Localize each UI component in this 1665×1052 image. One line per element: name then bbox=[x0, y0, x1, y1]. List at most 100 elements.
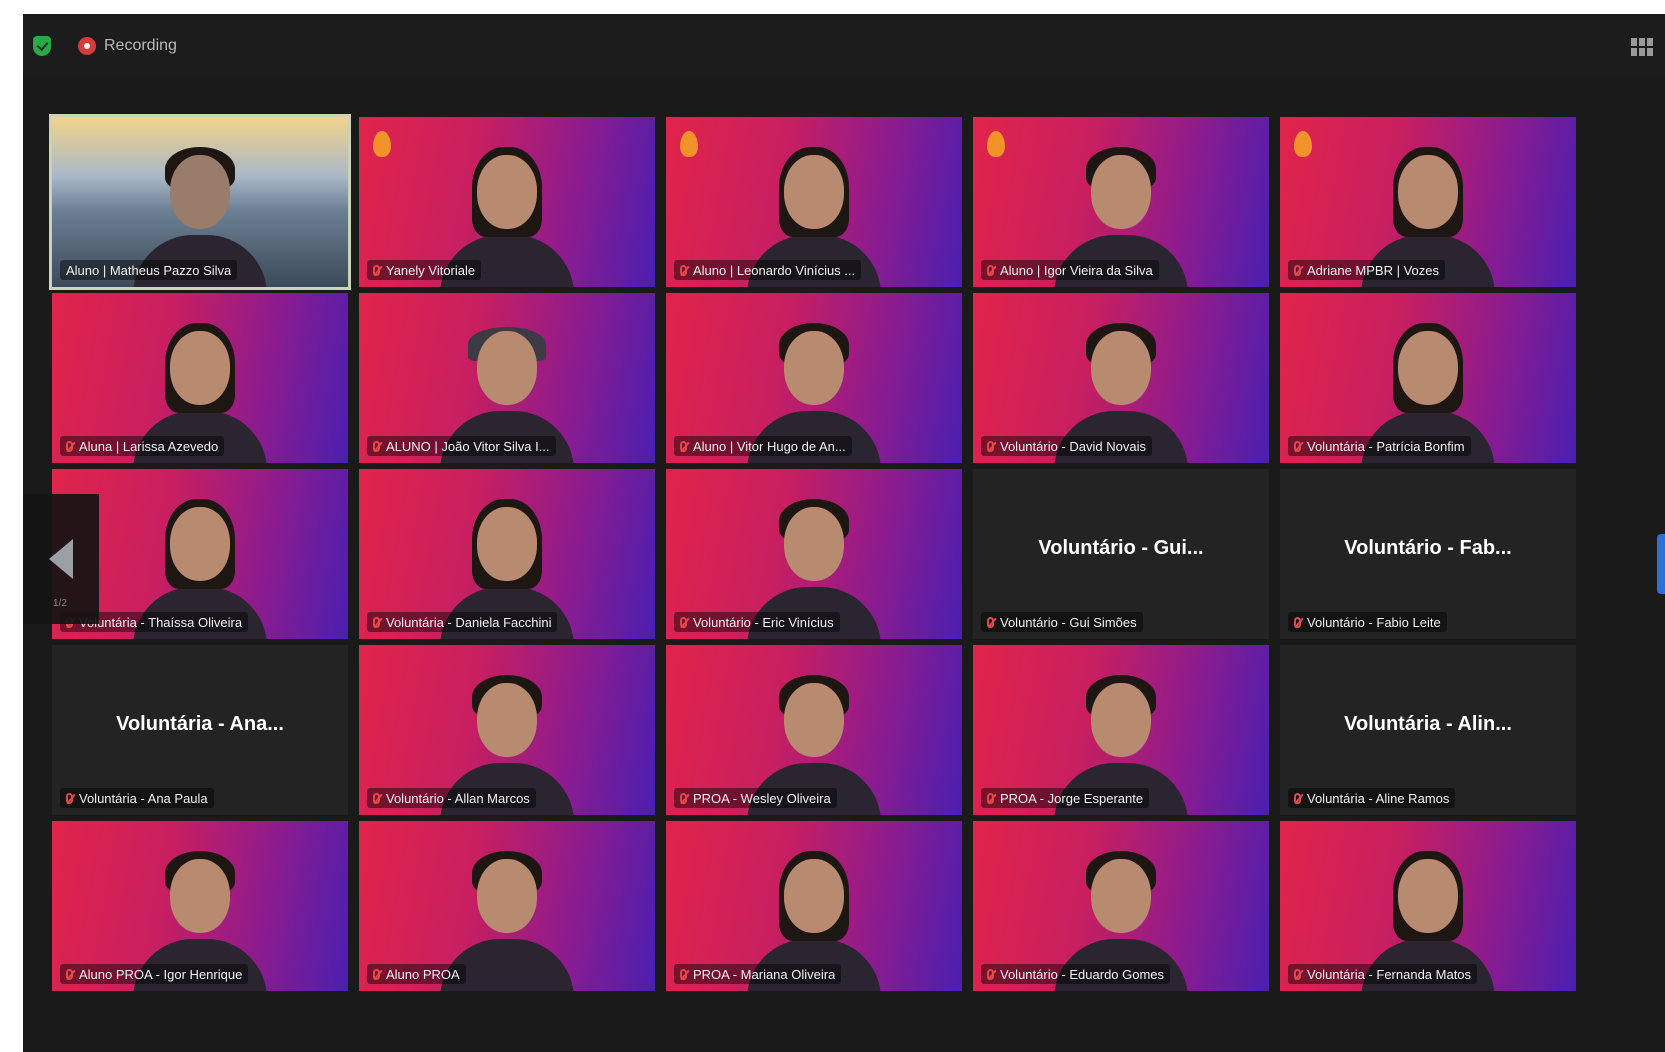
participant-nameplate: ALUNO | João Vitor Silva I... bbox=[367, 436, 556, 456]
participant-nameplate: Yanely Vitoriale bbox=[367, 260, 482, 280]
participant-nameplate: Adriane MPBR | Vozes bbox=[1288, 260, 1445, 280]
participant-nameplate: Aluno | Matheus Pazzo Silva bbox=[60, 260, 238, 280]
participant-tile[interactable]: Voluntário - Eric Vinícius bbox=[666, 469, 962, 639]
participant-nameplate: Voluntário - Eduardo Gomes bbox=[981, 964, 1171, 984]
participant-tile[interactable]: Aluno PROA bbox=[359, 821, 655, 991]
participant-name: Voluntária - Patrícia Bonfim bbox=[1307, 438, 1465, 454]
participant-tile[interactable]: Aluno | Matheus Pazzo Silva bbox=[49, 114, 351, 290]
recording-indicator[interactable]: Recording bbox=[78, 34, 177, 58]
mic-muted-icon bbox=[66, 792, 73, 804]
participant-name: Voluntário - Gui Simões bbox=[1000, 614, 1137, 630]
participant-tile[interactable]: Aluno | Leonardo Vinícius ... bbox=[666, 117, 962, 287]
participant-tile[interactable]: Voluntário - Fab... Voluntário - Fabio Le… bbox=[1280, 469, 1576, 639]
participant-name: Voluntário - Eric Vinícius bbox=[693, 614, 834, 630]
participant-name: Voluntária - Daniela Facchini bbox=[386, 614, 552, 630]
participant-name: Voluntário - David Novais bbox=[1000, 438, 1146, 454]
participant-nameplate: Voluntário - Eric Vinícius bbox=[674, 612, 840, 632]
participant-name: Aluno | Vitor Hugo de An... bbox=[693, 438, 846, 454]
participant-nameplate: Voluntária - Daniela Facchini bbox=[367, 612, 558, 632]
record-icon bbox=[78, 37, 96, 55]
mic-muted-icon bbox=[373, 792, 380, 804]
participant-tile[interactable]: Voluntária - Daniela Facchini bbox=[359, 469, 655, 639]
participant-name: Voluntário - Allan Marcos bbox=[386, 790, 530, 806]
mic-muted-icon bbox=[1294, 616, 1301, 628]
participant-tile[interactable]: PROA - Mariana Oliveira bbox=[666, 821, 962, 991]
participant-tile[interactable]: Yanely Vitoriale bbox=[359, 117, 655, 287]
security-shield-icon[interactable] bbox=[33, 36, 51, 56]
participant-display-name: Voluntário - Gui... bbox=[1038, 537, 1204, 559]
participant-name: Aluna | Larissa Azevedo bbox=[79, 438, 219, 454]
participant-tile[interactable]: Voluntário - Gui... Voluntário - Gui Simõ… bbox=[973, 469, 1269, 639]
mic-muted-icon bbox=[680, 792, 687, 804]
participant-tile[interactable]: Voluntário - David Novais bbox=[973, 293, 1269, 463]
participant-nameplate: PROA - Wesley Oliveira bbox=[674, 788, 837, 808]
mic-muted-icon bbox=[1294, 264, 1301, 276]
participant-name: Aluno PROA bbox=[386, 966, 460, 982]
participant-name: Aluno PROA - Igor Henrique bbox=[79, 966, 243, 982]
mic-muted-icon bbox=[680, 440, 687, 452]
participant-nameplate: Voluntário - Allan Marcos bbox=[367, 788, 536, 808]
participant-nameplate: Aluno PROA bbox=[367, 964, 466, 984]
participant-name: Yanely Vitoriale bbox=[386, 262, 476, 278]
participant-tile[interactable]: ALUNO | João Vitor Silva I... bbox=[359, 293, 655, 463]
chevron-left-icon bbox=[49, 539, 73, 579]
participant-tile[interactable]: Voluntário - Eduardo Gomes bbox=[973, 821, 1269, 991]
mic-muted-icon bbox=[987, 616, 994, 628]
participant-name: ALUNO | João Vitor Silva I... bbox=[386, 438, 550, 454]
participant-tile[interactable]: Voluntária - Ana... Voluntária - Ana Paul… bbox=[52, 645, 348, 815]
page-indicator: 1/2 bbox=[53, 598, 67, 609]
participant-tile[interactable]: Adriane MPBR | Vozes bbox=[1280, 117, 1576, 287]
mic-muted-icon bbox=[373, 616, 380, 628]
participant-name: PROA - Jorge Esperante bbox=[1000, 790, 1144, 806]
participant-tile[interactable]: Aluno PROA - Igor Henrique bbox=[52, 821, 348, 991]
participant-name: PROA - Wesley Oliveira bbox=[693, 790, 831, 806]
participant-tile[interactable]: PROA - Jorge Esperante bbox=[973, 645, 1269, 815]
mic-muted-icon bbox=[1294, 968, 1301, 980]
mic-muted-icon bbox=[373, 264, 380, 276]
mic-muted-icon bbox=[680, 264, 687, 276]
mic-muted-icon bbox=[66, 440, 73, 452]
next-page-button[interactable] bbox=[1657, 534, 1665, 594]
participant-display-name: Voluntária - Ana... bbox=[116, 713, 284, 735]
mic-muted-icon bbox=[987, 968, 994, 980]
participant-tile[interactable]: Aluno | Igor Vieira da Silva bbox=[973, 117, 1269, 287]
grid-view-icon[interactable] bbox=[1631, 38, 1653, 56]
participant-nameplate: Voluntário - David Novais bbox=[981, 436, 1152, 456]
participant-name: Adriane MPBR | Vozes bbox=[1307, 262, 1439, 278]
participant-name: Voluntário - Fabio Leite bbox=[1307, 614, 1441, 630]
mic-muted-icon bbox=[373, 440, 380, 452]
participant-name: PROA - Mariana Oliveira bbox=[693, 966, 836, 982]
participant-tile[interactable]: Voluntária - Fernanda Matos bbox=[1280, 821, 1576, 991]
mic-muted-icon bbox=[987, 264, 994, 276]
participant-tile[interactable]: Aluno | Vitor Hugo de An... bbox=[666, 293, 962, 463]
participant-tile[interactable]: Aluna | Larissa Azevedo bbox=[52, 293, 348, 463]
participant-name: Voluntária - Aline Ramos bbox=[1307, 790, 1450, 806]
org-logo-icon bbox=[680, 131, 698, 157]
participant-nameplate: PROA - Mariana Oliveira bbox=[674, 964, 842, 984]
participant-tile[interactable]: PROA - Wesley Oliveira bbox=[666, 645, 962, 815]
participant-nameplate: Voluntária - Aline Ramos bbox=[1288, 788, 1456, 808]
participant-tile[interactable]: Voluntária - Alin... Voluntária - Aline R… bbox=[1280, 645, 1576, 815]
participant-name: Voluntária - Ana Paula bbox=[79, 790, 208, 806]
mic-muted-icon bbox=[373, 968, 380, 980]
mic-muted-icon bbox=[987, 792, 994, 804]
mic-muted-icon bbox=[680, 968, 687, 980]
participant-nameplate: Aluno | Leonardo Vinícius ... bbox=[674, 260, 862, 280]
org-logo-icon bbox=[987, 131, 1005, 157]
participant-name: Voluntária - Fernanda Matos bbox=[1307, 966, 1472, 982]
recording-label: Recording bbox=[104, 37, 177, 54]
participant-nameplate: PROA - Jorge Esperante bbox=[981, 788, 1150, 808]
org-logo-icon bbox=[1294, 131, 1312, 157]
top-toolbar: Recording bbox=[23, 14, 1665, 76]
participant-name: Voluntária - Thaíssa Oliveira bbox=[79, 614, 243, 630]
participant-nameplate: Aluna | Larissa Azevedo bbox=[60, 436, 225, 456]
participant-nameplate: Aluno PROA - Igor Henrique bbox=[60, 964, 249, 984]
participant-nameplate: Voluntário - Fabio Leite bbox=[1288, 612, 1447, 632]
participant-nameplate: Voluntária - Ana Paula bbox=[60, 788, 214, 808]
participant-tile[interactable]: Voluntário - Allan Marcos bbox=[359, 645, 655, 815]
participant-name: Voluntário - Eduardo Gomes bbox=[1000, 966, 1165, 982]
participant-tile[interactable]: Voluntária - Patrícia Bonfim bbox=[1280, 293, 1576, 463]
participant-nameplate: Aluno | Vitor Hugo de An... bbox=[674, 436, 852, 456]
participant-name: Aluno | Igor Vieira da Silva bbox=[1000, 262, 1153, 278]
mic-muted-icon bbox=[1294, 440, 1301, 452]
